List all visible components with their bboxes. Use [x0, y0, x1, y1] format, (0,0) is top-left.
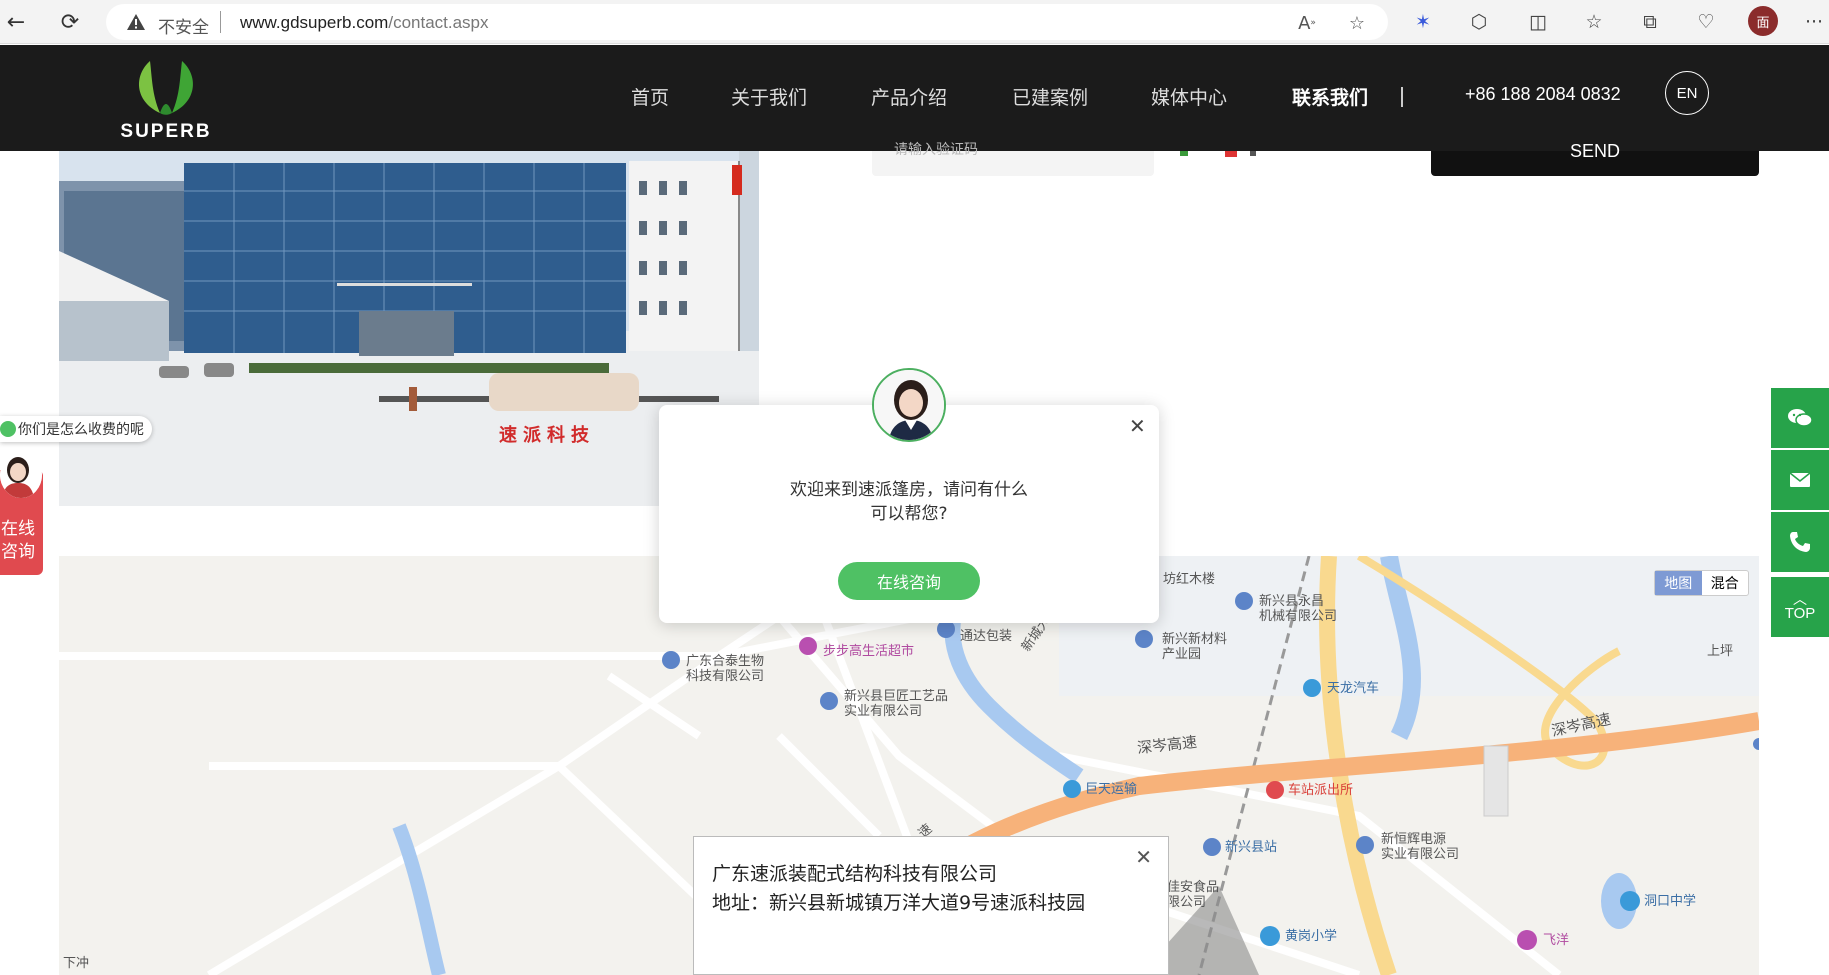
refresh-icon[interactable]: ⟳ [56, 8, 84, 36]
info-close-icon[interactable]: ✕ [1135, 845, 1152, 869]
security-label[interactable]: 不安全 [158, 13, 209, 38]
warning-icon[interactable] [126, 12, 146, 32]
chat-message-line2: 可以帮您? [870, 504, 948, 524]
language-button[interactable]: EN [1665, 71, 1709, 115]
map-label[interactable]: 上坪 [1707, 644, 1733, 659]
nav-home[interactable]: 首页 [631, 83, 669, 110]
site-logo[interactable]: SUPERB [106, 55, 226, 143]
header-phone[interactable]: +86 188 2084 0832 [1465, 84, 1621, 105]
url-text[interactable]: www.gdsuperb.com/contact.aspx [240, 13, 489, 33]
back-icon[interactable]: ← [2, 8, 30, 36]
read-aloud-icon[interactable]: A» [1294, 10, 1320, 36]
photo-sign-text: 速派科技 [499, 425, 595, 446]
map-label[interactable]: 新恒辉电源 [1381, 832, 1446, 847]
map-label[interactable]: 步步高生活超市 [823, 644, 914, 659]
chat-bubble-icon [0, 421, 16, 437]
map-label[interactable]: 坊红木楼 [1163, 572, 1215, 587]
phone-icon [1790, 532, 1810, 552]
logo-leaf-icon [139, 61, 193, 115]
map-label[interactable]: 实业有限公司 [844, 704, 922, 719]
consult-tab-label[interactable]: 在线 咨询 [0, 518, 36, 564]
map-label[interactable]: 新兴县永昌 [1259, 594, 1324, 609]
collections-icon[interactable]: ⧉ [1636, 8, 1664, 36]
split-screen-icon[interactable]: ◫ [1524, 8, 1552, 36]
consult-line2: 咨询 [1, 542, 35, 562]
profile-avatar[interactable]: 面 [1748, 6, 1778, 36]
map-label[interactable]: 车站派出所 [1288, 783, 1353, 798]
chat-close-icon[interactable]: ✕ [1129, 414, 1146, 438]
map-label[interactable]: 洞口中学 [1644, 894, 1696, 909]
chat-message: 欢迎来到速派篷房，请问有什么 可以帮您? [659, 478, 1159, 526]
quick-question-bubble[interactable]: 你们是怎么收费的呢 [0, 416, 152, 442]
extensions-icon[interactable]: ⬡ [1465, 8, 1493, 36]
agent-face-icon [0, 452, 42, 498]
map-label[interactable]: 产业园 [1162, 647, 1201, 662]
consult-agent-avatar[interactable] [0, 452, 42, 498]
address-divider [220, 11, 221, 33]
map-label[interactable]: 佳安食品 [1167, 880, 1219, 895]
send-label: SEND [1569, 141, 1620, 161]
copilot-icon[interactable]: ✶ [1409, 8, 1437, 36]
nav-about[interactable]: 关于我们 [731, 83, 807, 110]
mail-icon [1789, 472, 1811, 487]
logo-text: SUPERB [120, 121, 212, 142]
wechat-icon [1788, 409, 1813, 427]
info-address: 地址：新兴县新城镇万洋大道9号速派科技园 [712, 892, 1086, 914]
map-label[interactable]: 巨天运输 [1085, 782, 1137, 797]
captcha-image[interactable] [1180, 151, 1280, 159]
map-label[interactable]: 实业有限公司 [1381, 847, 1459, 862]
map-label[interactable]: 新兴县站 [1225, 840, 1277, 855]
map-label[interactable]: 新兴新材料 [1162, 632, 1227, 647]
side-mail-button[interactable] [1771, 450, 1829, 510]
top-label: TOP [1784, 604, 1816, 622]
consult-line1: 在线 [1, 519, 35, 539]
captcha-placeholder: 请输入验证码 [894, 142, 978, 158]
building-illustration [59, 151, 759, 506]
chat-message-line1: 欢迎来到速派篷房，请问有什么 [790, 480, 1028, 500]
favorite-star-icon[interactable]: ☆ [1344, 10, 1370, 36]
back-to-top-button[interactable]: ︿ TOP [1771, 577, 1829, 637]
quick-question-text: 你们是怎么收费的呢 [18, 422, 144, 438]
send-button[interactable]: SEND [1431, 141, 1759, 176]
map-label[interactable]: 黄岗小学 [1285, 929, 1337, 944]
map-label[interactable]: 新兴县巨匠工艺品 [844, 689, 948, 704]
map-type-hybrid[interactable]: 混合 [1702, 571, 1749, 595]
building-photo: 速派科技 [59, 151, 759, 506]
nav-contact[interactable]: 联系我们 [1292, 83, 1368, 110]
map-label[interactable]: 广东合泰生物 [686, 654, 764, 669]
favorites-icon[interactable]: ☆ [1580, 8, 1608, 36]
map-label[interactable]: 通达包装 [960, 629, 1012, 644]
side-wechat-button[interactable] [1771, 388, 1829, 448]
url-path: /contact.aspx [388, 13, 489, 32]
more-menu-icon[interactable]: ··· [1800, 8, 1828, 36]
nav-cases[interactable]: 已建案例 [1012, 83, 1088, 110]
map-type-switch[interactable]: 地图 混合 [1654, 570, 1749, 596]
browser-essentials-icon[interactable]: ♡ [1692, 8, 1720, 36]
captcha-input[interactable]: 请输入验证码 [872, 143, 1154, 176]
map-info-window: 广东速派装配式结构科技有限公司 地址：新兴县新城镇万洋大道9号速派科技园 ✕ [693, 836, 1169, 975]
map-label[interactable]: 飞洋 [1543, 933, 1569, 948]
map-label[interactable]: 限公司 [1167, 895, 1206, 910]
chat-agent-avatar [872, 368, 946, 442]
nav-media[interactable]: 媒体中心 [1151, 83, 1227, 110]
map-label[interactable]: 机械有限公司 [1259, 609, 1337, 624]
side-phone-button[interactable] [1771, 512, 1829, 572]
nav-products[interactable]: 产品介绍 [871, 83, 947, 110]
online-consult-button[interactable]: 在线咨询 [838, 562, 980, 600]
site-header: SUPERB 首页 关于我们 产品介绍 已建案例 媒体中心 联系我们 +86 1… [0, 45, 1829, 151]
chevron-up-icon: ︿ [1793, 590, 1807, 607]
browser-toolbar: ← ⟳ 不安全 www.gdsuperb.com/contact.aspx A»… [0, 0, 1829, 44]
nav-divider [1401, 87, 1403, 107]
url-host: www.gdsuperb.com [240, 13, 389, 32]
map-label[interactable]: 天龙汽车 [1327, 681, 1379, 696]
map-label[interactable]: 下冲 [63, 956, 89, 971]
address-bar[interactable]: 不安全 www.gdsuperb.com/contact.aspx A» ☆ [106, 4, 1388, 40]
map-type-map[interactable]: 地图 [1655, 571, 1702, 595]
info-company-name: 广东速派装配式结构科技有限公司 [712, 863, 998, 885]
map-label[interactable]: 科技有限公司 [686, 669, 764, 684]
